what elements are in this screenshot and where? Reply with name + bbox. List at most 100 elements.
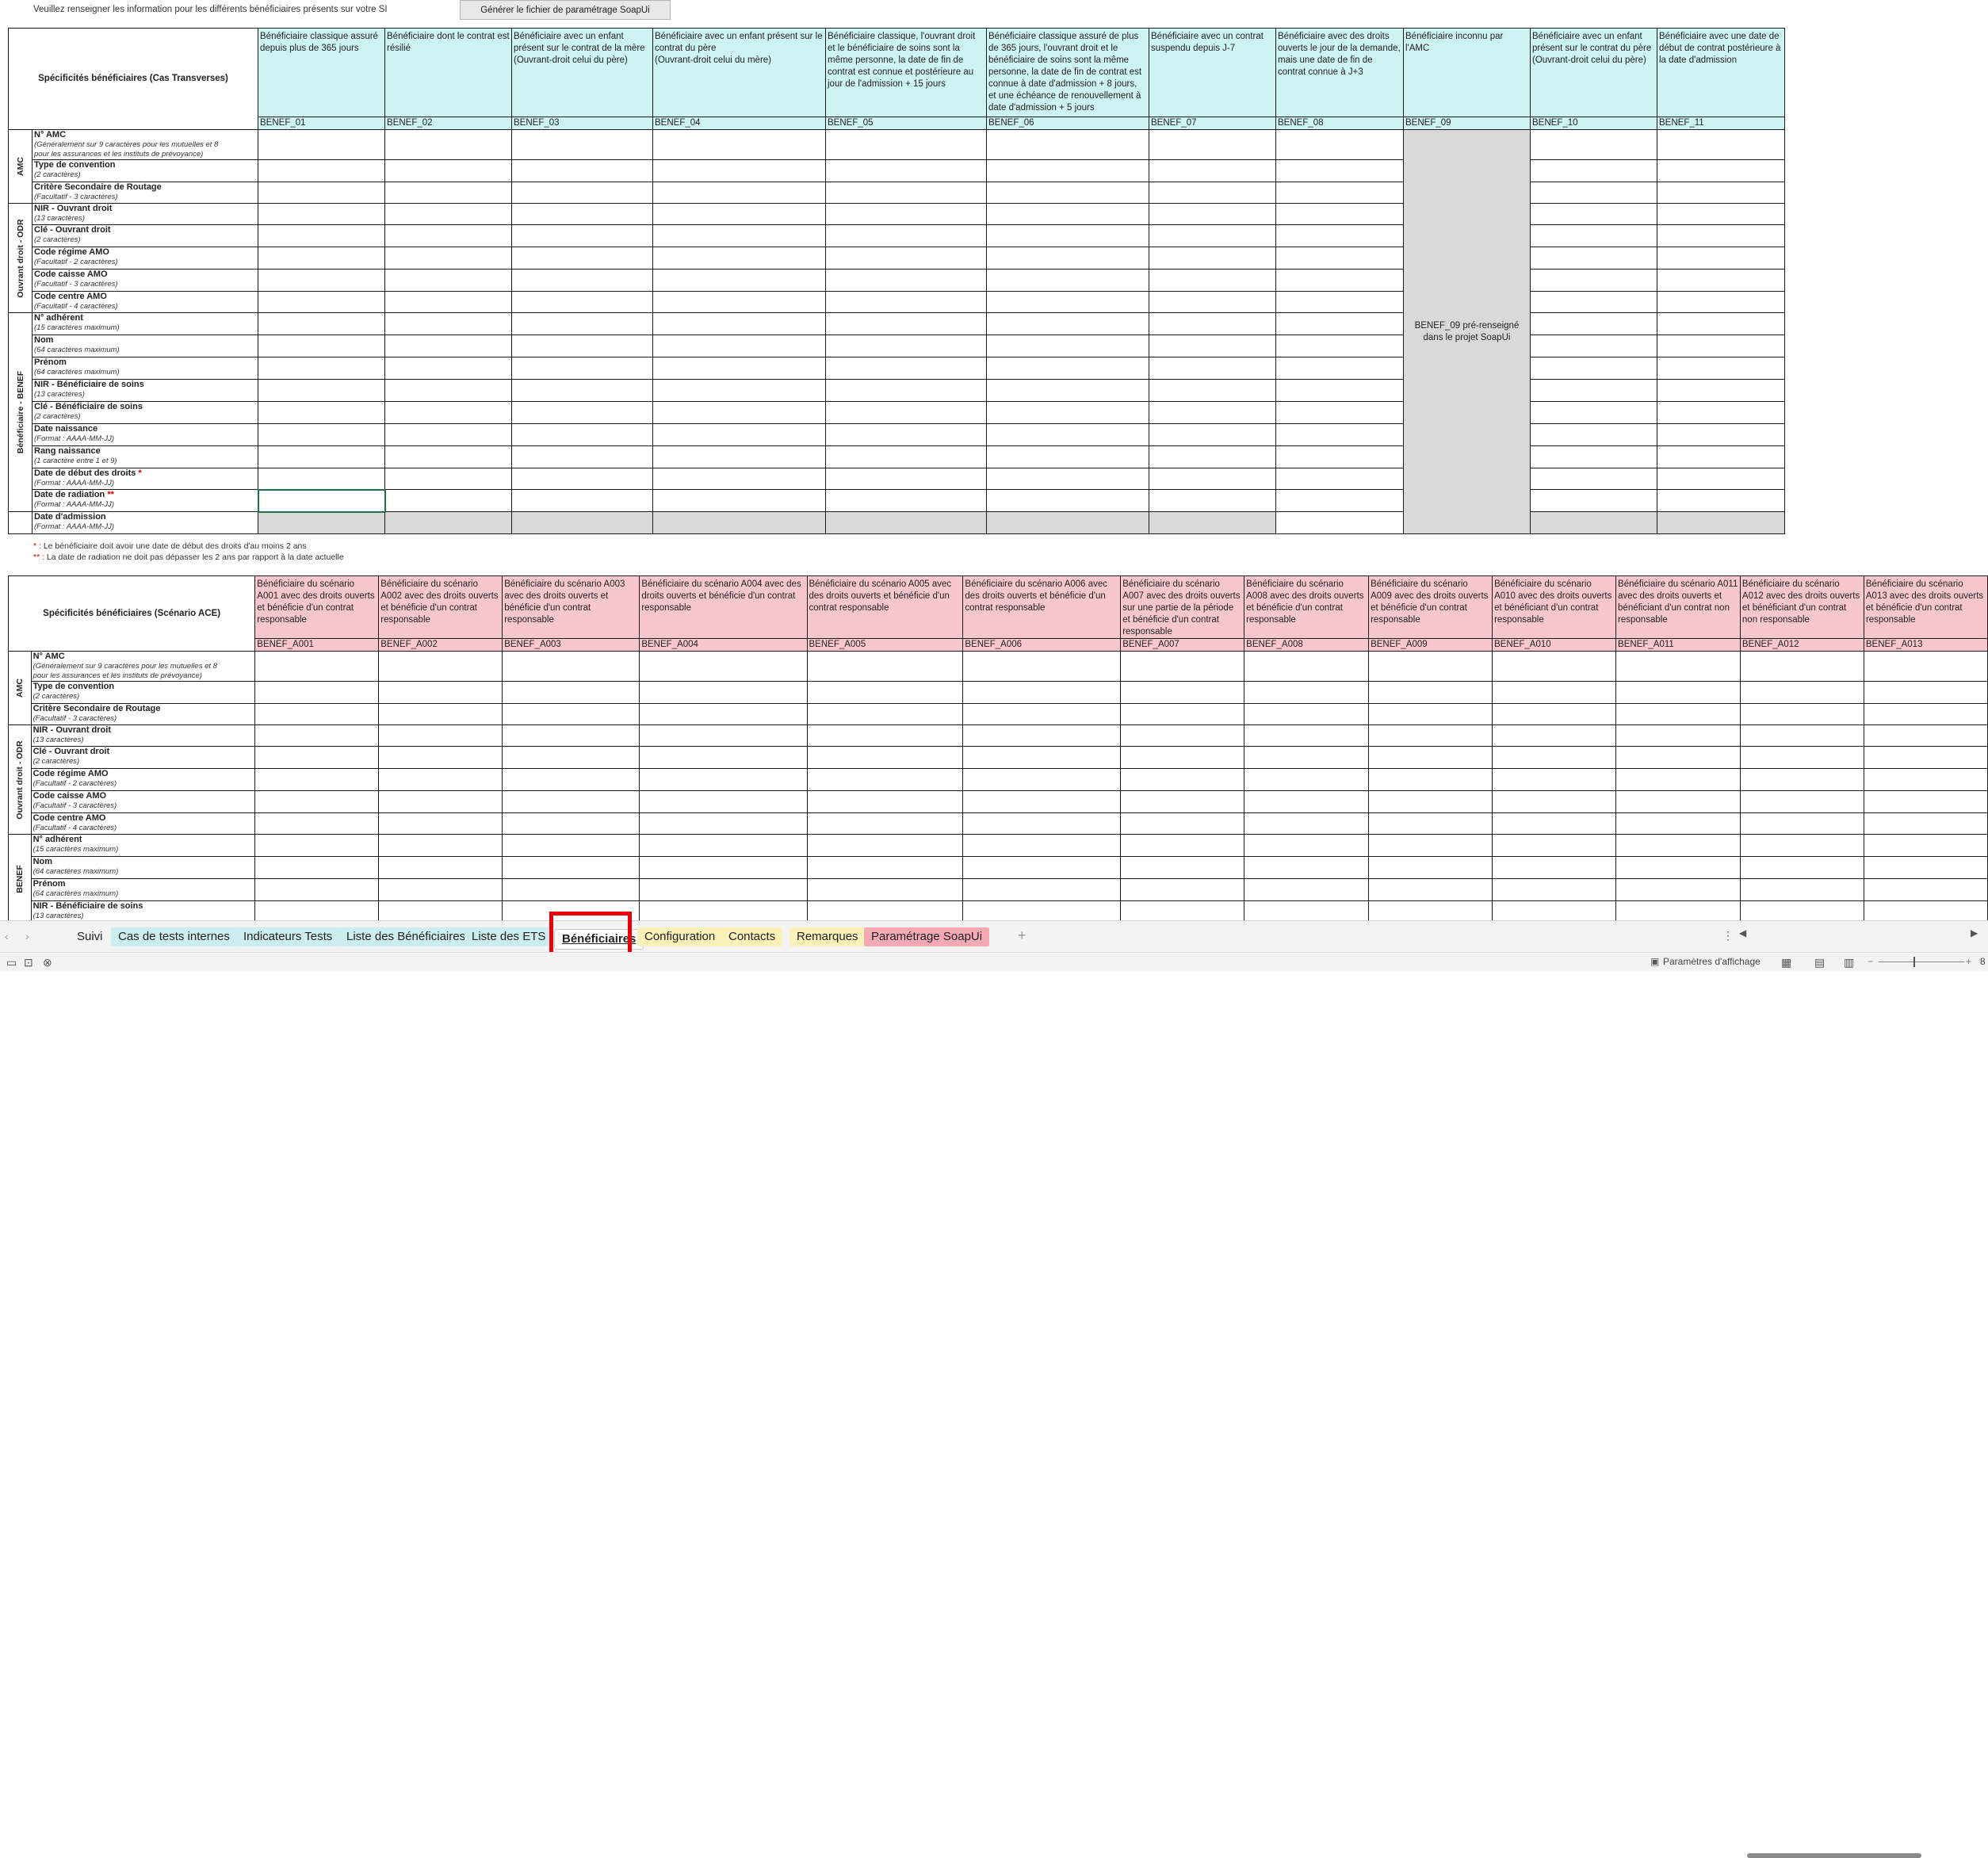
sheet-tab[interactable]: Configuration — [637, 927, 723, 946]
input-cell[interactable] — [825, 335, 987, 357]
input-cell[interactable] — [1530, 468, 1657, 490]
input-cell[interactable] — [652, 269, 826, 292]
input-cell[interactable] — [1739, 746, 1864, 769]
input-cell[interactable] — [1149, 247, 1276, 270]
input-cell[interactable] — [1530, 269, 1657, 292]
sheet-tab[interactable]: Indicateurs Tests — [236, 927, 340, 946]
input-cell[interactable] — [962, 724, 1122, 747]
input-cell[interactable] — [986, 335, 1149, 357]
input-cell[interactable] — [511, 445, 653, 468]
input-cell[interactable] — [1275, 357, 1404, 380]
input-cell[interactable] — [639, 878, 808, 901]
input-cell[interactable] — [384, 291, 512, 313]
input-cell[interactable] — [1530, 357, 1657, 380]
input-cell[interactable] — [806, 856, 964, 879]
input-cell[interactable] — [1368, 651, 1493, 682]
input-cell[interactable] — [511, 291, 653, 313]
input-cell[interactable] — [511, 489, 653, 512]
input-cell[interactable] — [1863, 746, 1988, 769]
input-cell[interactable] — [1530, 159, 1657, 182]
input-cell[interactable] — [962, 768, 1122, 791]
input-cell[interactable] — [1120, 681, 1245, 704]
input-cell[interactable] — [1657, 401, 1785, 424]
input-cell[interactable] — [1275, 379, 1404, 402]
input-cell[interactable] — [986, 159, 1149, 182]
input-cell[interactable] — [1615, 651, 1741, 682]
zoom-in-icon[interactable]: + — [1966, 956, 1971, 967]
input-cell[interactable] — [1368, 768, 1493, 791]
input-cell[interactable] — [652, 423, 826, 446]
input-cell[interactable] — [1244, 834, 1370, 857]
input-cell[interactable] — [1244, 681, 1370, 704]
input-cell[interactable] — [1739, 681, 1864, 704]
input-cell[interactable] — [384, 312, 512, 335]
zoom-out-icon[interactable]: − — [1868, 956, 1873, 967]
input-cell[interactable] — [384, 129, 512, 160]
input-cell[interactable] — [1368, 834, 1493, 857]
input-cell[interactable] — [378, 681, 503, 704]
input-cell[interactable] — [384, 247, 512, 270]
input-cell[interactable] — [1657, 468, 1785, 490]
input-cell[interactable] — [825, 401, 987, 424]
input-cell[interactable] — [511, 159, 653, 182]
input-cell[interactable] — [806, 746, 964, 769]
tab-scroll-left-icon[interactable]: ‹ — [5, 930, 9, 942]
input-cell[interactable] — [254, 790, 380, 813]
input-cell[interactable] — [1275, 312, 1404, 335]
input-cell[interactable] — [384, 203, 512, 225]
input-cell[interactable] — [1275, 159, 1404, 182]
input-cell[interactable] — [1530, 401, 1657, 424]
input-cell[interactable] — [1368, 746, 1493, 769]
more-tabs-icon[interactable]: ⋮ — [1722, 929, 1734, 942]
input-cell[interactable] — [258, 203, 385, 225]
input-cell[interactable] — [254, 724, 380, 747]
input-cell[interactable] — [384, 489, 512, 512]
input-cell[interactable] — [806, 651, 964, 682]
input-cell[interactable] — [1657, 129, 1785, 160]
input-cell[interactable] — [1863, 724, 1988, 747]
input-cell[interactable] — [1149, 445, 1276, 468]
input-cell[interactable] — [825, 247, 987, 270]
input-cell[interactable] — [986, 203, 1149, 225]
input-cell[interactable] — [502, 812, 640, 835]
input-cell[interactable] — [652, 247, 826, 270]
input-cell[interactable] — [986, 291, 1149, 313]
input-cell[interactable] — [652, 468, 826, 490]
input-cell[interactable] — [1615, 703, 1741, 725]
input-cell[interactable] — [1149, 489, 1276, 512]
input-cell[interactable] — [1368, 856, 1493, 879]
input-cell[interactable] — [1275, 468, 1404, 490]
input-cell[interactable] — [639, 724, 808, 747]
input-cell[interactable] — [1657, 423, 1785, 446]
input-cell[interactable] — [825, 312, 987, 335]
input-cell[interactable] — [1120, 878, 1245, 901]
input-cell[interactable] — [639, 834, 808, 857]
input-cell[interactable] — [1275, 129, 1404, 160]
input-cell[interactable] — [652, 445, 826, 468]
input-cell[interactable] — [511, 312, 653, 335]
input-cell[interactable] — [378, 878, 503, 901]
input-cell[interactable] — [384, 511, 512, 534]
input-cell[interactable] — [1739, 834, 1864, 857]
input-cell[interactable] — [806, 834, 964, 857]
input-cell[interactable] — [258, 247, 385, 270]
input-cell[interactable] — [258, 335, 385, 357]
input-cell[interactable] — [254, 812, 380, 835]
input-cell[interactable] — [1615, 790, 1741, 813]
input-cell[interactable] — [511, 269, 653, 292]
input-cell[interactable] — [1149, 224, 1276, 247]
input-cell[interactable] — [1492, 856, 1617, 879]
input-cell[interactable] — [986, 357, 1149, 380]
input-cell[interactable] — [1530, 182, 1657, 204]
input-cell[interactable] — [254, 768, 380, 791]
input-cell[interactable] — [502, 681, 640, 704]
input-cell[interactable] — [962, 681, 1122, 704]
input-cell[interactable] — [962, 878, 1122, 901]
display-settings-label[interactable]: Paramètres d'affichage — [1663, 956, 1761, 967]
input-cell[interactable] — [825, 203, 987, 225]
input-cell[interactable] — [825, 159, 987, 182]
input-cell[interactable] — [511, 379, 653, 402]
input-cell[interactable] — [1492, 746, 1617, 769]
input-cell[interactable] — [258, 445, 385, 468]
input-cell[interactable] — [1149, 423, 1276, 446]
